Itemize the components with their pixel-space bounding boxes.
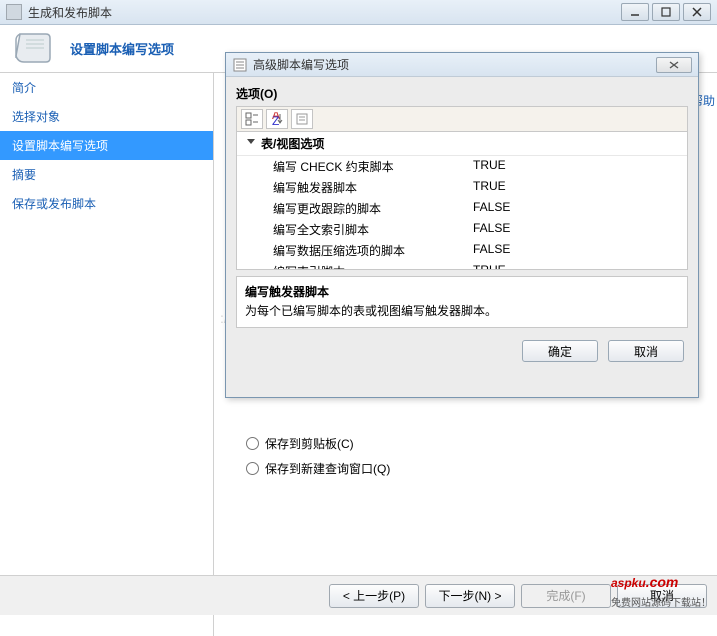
description-panel: 编写触发器脚本 为每个已编写脚本的表或视图编写触发器脚本。 <box>236 276 688 328</box>
back-button[interactable]: < 上一步(P) <box>329 584 419 608</box>
sort-button[interactable]: AZ <box>266 109 288 129</box>
dialog-body: 选项(O) AZ 表/视图选项 编写 CHECK 约束脚本TRUE 编写触发器脚… <box>226 77 698 332</box>
main-window: 生成和发布脚本 设置脚本编写选项 简介 选择对象 设置脚本编写选项 摘要 保存或… <box>0 0 717 615</box>
dialog-cancel-button[interactable]: 取消 <box>608 340 684 362</box>
categorize-button[interactable] <box>241 109 263 129</box>
description-text: 为每个已编写脚本的表或视图编写触发器脚本。 <box>245 302 679 319</box>
dialog-titlebar: 高级脚本编写选项 <box>226 53 698 77</box>
page-title: 设置脚本编写选项 <box>70 39 174 58</box>
window-title: 生成和发布脚本 <box>28 4 621 21</box>
maximize-button[interactable] <box>652 3 680 21</box>
radio-clipboard-input[interactable] <box>246 437 259 450</box>
sidebar-item-select[interactable]: 选择对象 <box>0 102 213 131</box>
dialog-close-button[interactable] <box>656 57 692 73</box>
sidebar: 简介 选择对象 设置脚本编写选项 摘要 保存或发布脚本 <box>0 73 214 636</box>
close-button[interactable] <box>683 3 711 21</box>
cancel-button[interactable]: 取消 <box>617 584 707 608</box>
grid-row[interactable]: 编写更改跟踪的脚本FALSE <box>237 198 687 219</box>
advanced-options-dialog: 高级脚本编写选项 选项(O) AZ 表/视图选项 编写 CHECK 约束脚本TR… <box>225 52 699 398</box>
sidebar-item-options[interactable]: 设置脚本编写选项 <box>0 131 213 160</box>
options-grid[interactable]: 表/视图选项 编写 CHECK 约束脚本TRUE 编写触发器脚本TRUE 编写更… <box>236 132 688 270</box>
app-icon <box>6 4 22 20</box>
window-controls <box>621 3 711 21</box>
grid-row[interactable]: 编写触发器脚本TRUE <box>237 177 687 198</box>
sidebar-item-intro[interactable]: 简介 <box>0 73 213 102</box>
grid-row[interactable]: 编写全文索引脚本FALSE <box>237 219 687 240</box>
next-button[interactable]: 下一步(N) > <box>425 584 515 608</box>
radio-clipboard[interactable]: 保存到剪贴板(C) <box>246 431 697 456</box>
dialog-title: 高级脚本编写选项 <box>253 56 656 73</box>
main-titlebar: 生成和发布脚本 <box>0 0 717 25</box>
grid-toolbar: AZ <box>236 106 688 132</box>
grid-row[interactable]: 编写索引脚本TRUE <box>237 261 687 270</box>
minimize-button[interactable] <box>621 3 649 21</box>
ok-button[interactable]: 确定 <box>522 340 598 362</box>
radio-newquery-label: 保存到新建查询窗口(Q) <box>265 460 390 477</box>
grid-row[interactable]: 编写 CHECK 约束脚本TRUE <box>237 156 687 177</box>
save-target-group: 保存到剪贴板(C) 保存到新建查询窗口(Q) <box>234 431 697 481</box>
wizard-footer: < 上一步(P) 下一步(N) > 完成(F) 取消 <box>0 575 717 615</box>
radio-newquery[interactable]: 保存到新建查询窗口(Q) <box>246 456 697 481</box>
options-label: 选项(O) <box>236 85 688 102</box>
radio-newquery-input[interactable] <box>246 462 259 475</box>
finish-button: 完成(F) <box>521 584 611 608</box>
script-icon <box>14 30 58 68</box>
grid-row[interactable]: 编写数据压缩选项的脚本FALSE <box>237 240 687 261</box>
dialog-footer: 确定 取消 <box>226 332 698 370</box>
sidebar-item-summary[interactable]: 摘要 <box>0 160 213 189</box>
radio-clipboard-label: 保存到剪贴板(C) <box>265 435 354 452</box>
properties-button[interactable] <box>291 109 313 129</box>
grid-group-header[interactable]: 表/视图选项 <box>237 132 687 156</box>
description-title: 编写触发器脚本 <box>245 283 679 300</box>
dialog-icon <box>232 57 248 73</box>
sidebar-item-save[interactable]: 保存或发布脚本 <box>0 189 213 218</box>
